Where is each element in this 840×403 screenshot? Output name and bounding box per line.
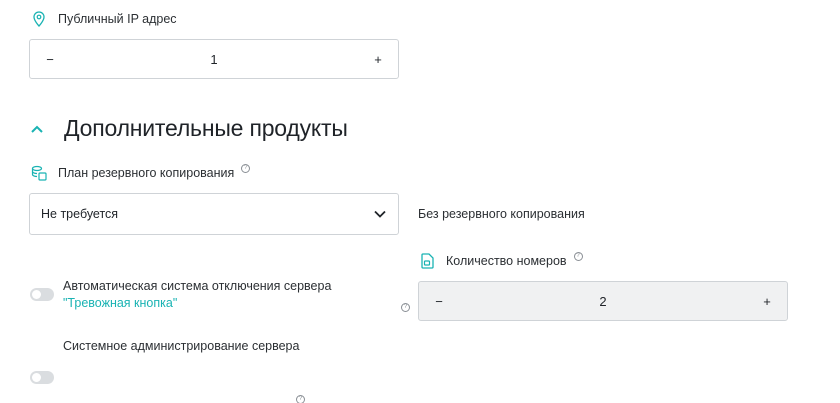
server-admin-text: Системное администрирование сервера [63,339,300,353]
panic-button-link[interactable]: "Тревожная кнопка" [63,296,177,310]
panic-button-toggle[interactable] [30,288,54,301]
help-icon[interactable]: ? [296,394,305,403]
backup-plan-selected: Не требуется [41,207,119,221]
public-ip-stepper[interactable]: − 1 + [29,39,399,79]
location-pin-icon [30,10,48,28]
chevron-down-icon[interactable] [374,207,386,221]
panic-button-text: Автоматическая система отключения сервер… [63,279,332,293]
panic-button-option-text: Автоматическая система отключения сервер… [63,278,388,312]
decrement-button[interactable]: − [30,40,70,78]
numbers-label: Количество номеров [446,254,567,268]
backup-plan-select[interactable]: Не требуется [29,193,399,235]
backup-label: План резервного копирования [58,166,235,180]
public-ip-label-row: Публичный IP адрес [30,10,177,28]
section-title: Дополнительные продукты [64,115,348,141]
numbers-value[interactable]: 2 [459,294,747,309]
chevron-up-icon[interactable] [30,122,44,136]
backup-label-row: План резервного копирования ? [30,163,251,182]
section-header[interactable]: Дополнительные продукты [30,115,348,142]
numbers-stepper[interactable]: − 2 + [418,281,788,321]
help-icon[interactable]: ? [241,163,251,173]
sim-card-icon [418,252,436,270]
decrement-button[interactable]: − [419,282,459,320]
backup-status: Без резервного копирования [418,207,585,221]
public-ip-label: Публичный IP адрес [58,12,177,26]
increment-button[interactable]: + [747,282,787,320]
server-admin-toggle[interactable] [30,371,54,384]
numbers-label-row: Количество номеров ? [418,251,583,270]
help-icon[interactable]: ? [401,302,410,312]
help-icon[interactable]: ? [573,251,583,261]
increment-button[interactable]: + [358,40,398,78]
public-ip-value[interactable]: 1 [70,52,358,67]
database-icon [30,164,48,182]
